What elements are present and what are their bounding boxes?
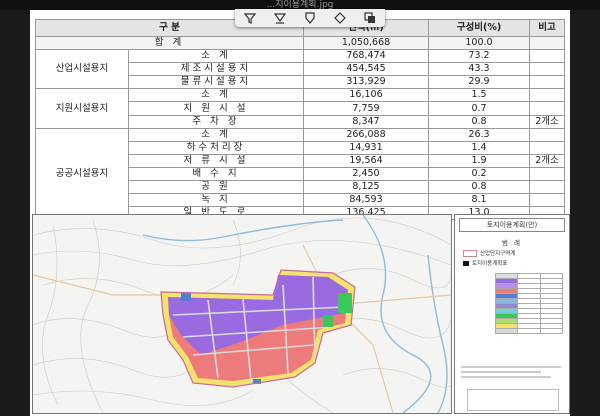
row-ratio: 1.5 [428, 88, 530, 103]
row-note [529, 88, 565, 103]
tag-icon[interactable] [301, 11, 319, 25]
table-row: 산업시설용지 소 계 768,474 73.2 [35, 49, 565, 90]
header-ratio: 구성비(%) [428, 19, 530, 37]
table-row: 공공시설용지 소 계 266,088 26.3 [35, 127, 565, 221]
total-note [529, 35, 565, 51]
legend-notes [461, 365, 561, 381]
row-note: 2개소 [529, 114, 565, 129]
row-ratio: 29.9 [428, 75, 530, 90]
row-ratio: 1.4 [428, 140, 530, 155]
row-note [529, 49, 565, 64]
category-public: 공공시설용지 [35, 127, 129, 221]
category-support: 지원시설용지 [35, 88, 129, 129]
row-sub: 제조시설용지 [128, 62, 304, 77]
table-row: 지원시설용지 소 계 16,106 1.5 [35, 88, 565, 129]
row-area: 454,545 [303, 62, 429, 77]
legend-swatch [463, 250, 477, 257]
row-ratio: 43.3 [428, 62, 530, 77]
total-area: 1,050,668 [303, 35, 429, 51]
row-ratio: 0.8 [428, 114, 530, 129]
row-area: 768,474 [303, 49, 429, 64]
total-row: 합 계 1,050,668 100.0 [35, 35, 565, 51]
row-sub: 배 수 지 [128, 166, 304, 182]
row-sub: 저 류 시 설 [128, 153, 304, 168]
copy-icon[interactable] [361, 11, 379, 25]
row-note [529, 75, 565, 90]
row-sub: 공 원 [128, 180, 304, 195]
row-area: 266,088 [303, 127, 429, 142]
land-use-table: 구 분 면적(㎡) 구성비(%) 비고 합 계 1,050,668 100.0 … [35, 19, 565, 221]
row-area: 2,450 [303, 166, 429, 182]
row-ratio: 0.7 [428, 101, 530, 116]
row-ratio: 73.2 [428, 49, 530, 64]
header-note: 비고 [529, 19, 565, 37]
viewer-toolbar [235, 9, 385, 27]
legend-label: 토지이용계획표 [472, 261, 508, 267]
total-ratio: 100.0 [428, 35, 530, 51]
row-note [529, 101, 565, 116]
row-sub: 지 원 시 설 [128, 101, 304, 116]
row-note [529, 140, 565, 155]
row-note [529, 193, 565, 208]
row-sub: 소 계 [128, 88, 304, 103]
row-note: 2개소 [529, 153, 565, 168]
download-icon[interactable] [271, 11, 289, 25]
row-ratio: 26.3 [428, 127, 530, 142]
legend-mini-table [494, 273, 564, 334]
row-note [529, 180, 565, 195]
row-sub: 녹 지 [128, 193, 304, 208]
legend-subtitle: 범 례 [501, 239, 523, 247]
map-legend: 토지이용계획(안) 범 례 산업단지구역계 토지이용계획표 [454, 214, 570, 414]
row-note [529, 62, 565, 77]
total-label: 합 계 [35, 35, 304, 51]
row-area: 8,125 [303, 180, 429, 195]
row-ratio: 1.9 [428, 153, 530, 168]
legend-item: 산업단지구역계 [463, 249, 515, 257]
row-note [529, 127, 565, 142]
row-sub: 하수처리장 [128, 140, 304, 155]
land-use-map [32, 214, 452, 414]
filter-icon[interactable] [241, 11, 259, 25]
row-ratio: 0.2 [428, 166, 530, 182]
legend-label: 산업단지구역계 [480, 251, 516, 257]
category-industrial: 산업시설용지 [35, 49, 129, 90]
row-area: 8,347 [303, 114, 429, 129]
row-sub: 소 계 [128, 127, 304, 142]
legend-item: 토지이용계획표 [463, 259, 507, 267]
legend-swatch [463, 261, 469, 266]
row-area: 19,564 [303, 153, 429, 168]
industrial-complex [160, 269, 356, 388]
row-ratio: 8.1 [428, 193, 530, 208]
eraser-icon[interactable] [331, 11, 349, 25]
row-area: 313,929 [303, 75, 429, 90]
row-note [529, 166, 565, 182]
row-area: 84,593 [303, 193, 429, 208]
row-sub: 주 차 장 [128, 114, 304, 129]
row-sub: 소 계 [128, 49, 304, 64]
row-area: 14,931 [303, 140, 429, 155]
row-area: 7,759 [303, 101, 429, 116]
row-area: 16,106 [303, 88, 429, 103]
legend-stamp-box [467, 389, 559, 411]
legend-title: 토지이용계획(안) [459, 218, 565, 232]
map-drawing [33, 215, 451, 413]
row-sub: 물류시설용지 [128, 75, 304, 90]
row-ratio: 0.8 [428, 180, 530, 195]
document-image: 구 분 면적(㎡) 구성비(%) 비고 합 계 1,050,668 100.0 … [30, 10, 570, 416]
